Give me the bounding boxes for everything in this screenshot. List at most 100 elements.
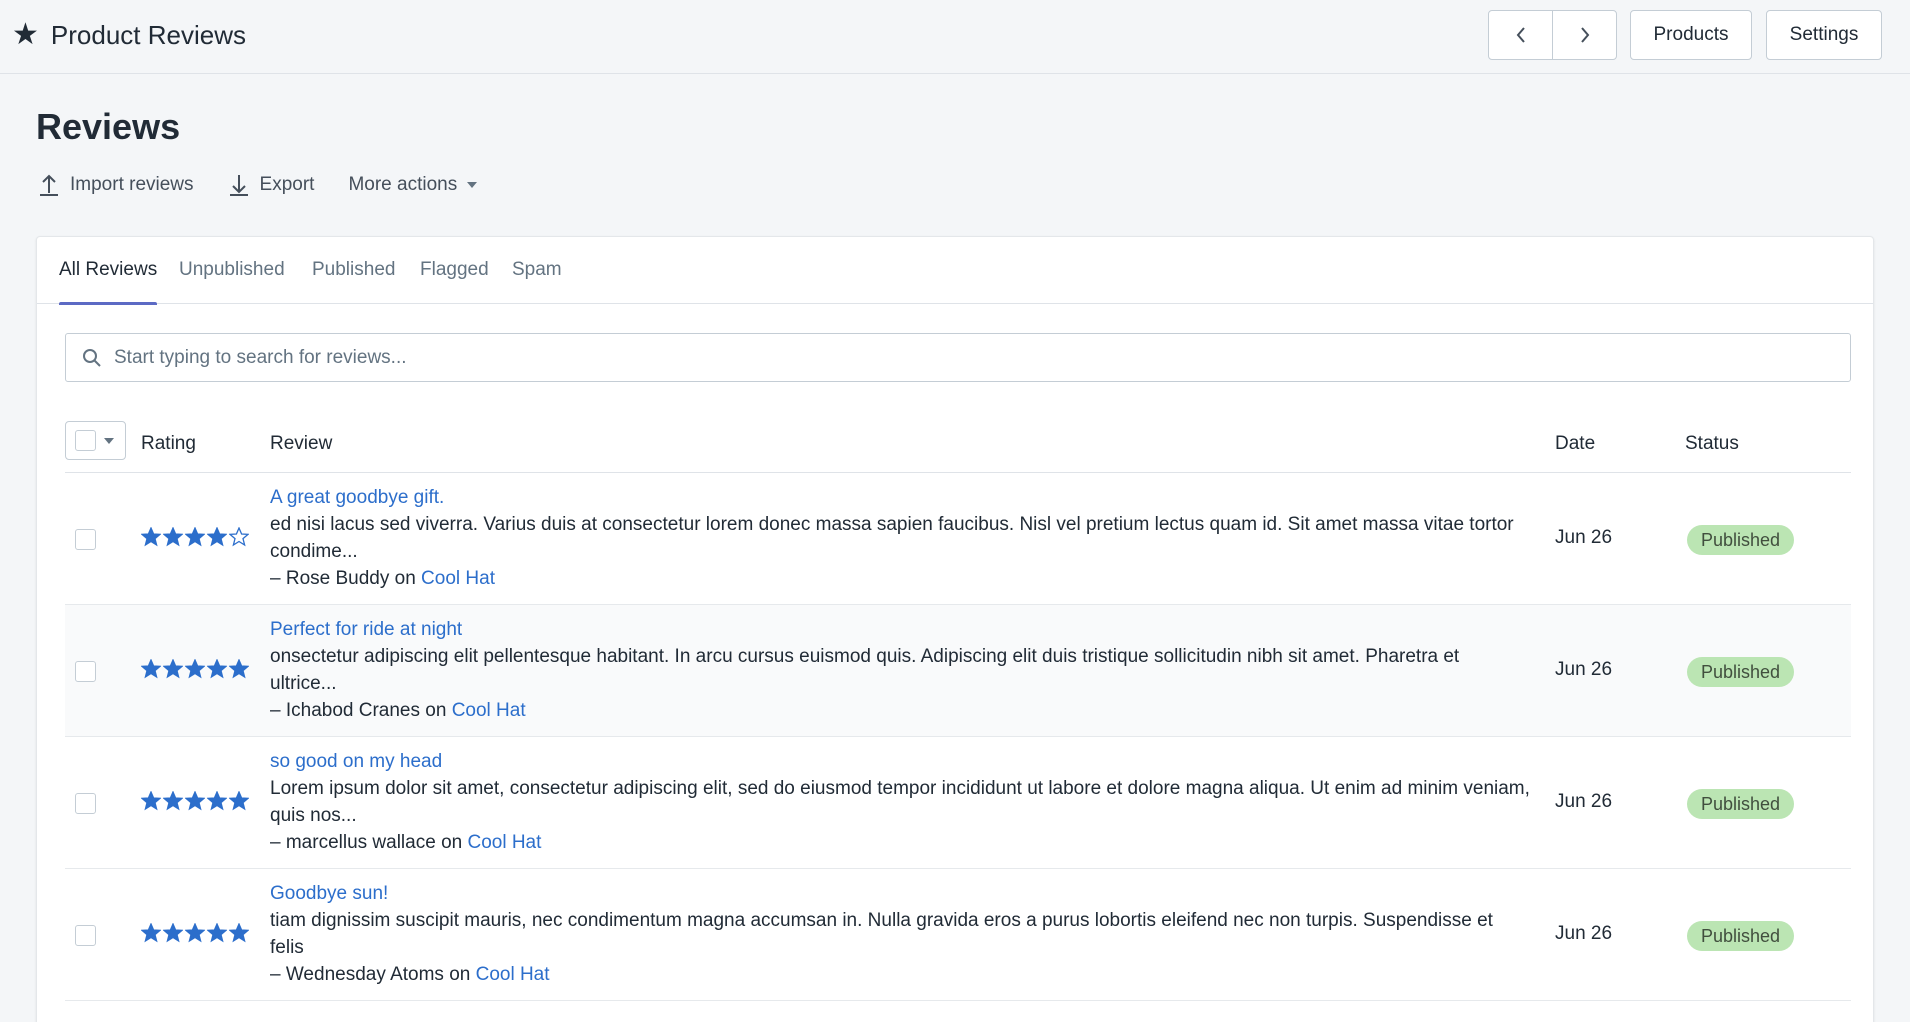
chevron-left-icon bbox=[1516, 27, 1525, 43]
review-date: Jun 26 bbox=[1555, 923, 1613, 944]
table-row[interactable]: so good on my head Lorem ipsum dolor sit… bbox=[65, 737, 1851, 869]
download-icon bbox=[229, 175, 248, 196]
star-filled-icon bbox=[163, 791, 183, 811]
author-name: – marcellus wallace on bbox=[270, 832, 463, 853]
app-title: ★ Product Reviews bbox=[12, 14, 246, 56]
star-filled-icon bbox=[207, 659, 227, 679]
import-reviews-label: Import reviews bbox=[70, 174, 194, 195]
export-label: Export bbox=[259, 174, 315, 195]
page-title: Reviews bbox=[36, 106, 181, 147]
column-header-review: Review bbox=[270, 433, 333, 454]
review-author: – marcellus wallace on Cool Hat bbox=[270, 829, 1530, 857]
star-empty-icon bbox=[229, 527, 249, 547]
search-box bbox=[65, 333, 1851, 382]
review-body: tiam dignissim suscipit mauris, nec cond… bbox=[270, 910, 1493, 958]
review-cell: Goodbye sun! tiam dignissim suscipit mau… bbox=[270, 881, 1530, 989]
star-filled-icon bbox=[185, 791, 205, 811]
tab-all-reviews[interactable]: All Reviews bbox=[59, 259, 158, 305]
star-filled-icon bbox=[207, 923, 227, 943]
review-title-link[interactable]: A great goodbye gift. bbox=[270, 485, 1530, 511]
review-author: – Rose Buddy on Cool Hat bbox=[270, 565, 1530, 593]
author-name: – Wednesday Atoms on bbox=[270, 964, 471, 985]
review-cell: A great goodbye gift. ed nisi lacus sed … bbox=[270, 485, 1530, 593]
previous-button[interactable] bbox=[1489, 11, 1552, 59]
star-rating bbox=[141, 791, 249, 811]
star-filled-icon bbox=[163, 527, 183, 547]
author-name: – Rose Buddy on bbox=[270, 568, 416, 589]
column-header-status: Status bbox=[1685, 433, 1739, 454]
review-title-link[interactable]: Goodbye sun! bbox=[270, 881, 1530, 907]
more-actions-dropdown[interactable]: More actions bbox=[348, 174, 478, 196]
star-filled-icon bbox=[185, 923, 205, 943]
author-name: – Ichabod Cranes on bbox=[270, 700, 447, 721]
review-date: Jun 26 bbox=[1555, 791, 1613, 812]
table-row[interactable]: Perfect for ride at night onsectetur adi… bbox=[65, 605, 1851, 737]
review-body: onsectetur adipiscing elit pellentesque … bbox=[270, 646, 1460, 694]
star-icon: ★ bbox=[12, 18, 39, 51]
page-actions: Import reviews Export More actions bbox=[38, 170, 478, 200]
star-filled-icon bbox=[163, 923, 183, 943]
star-rating bbox=[141, 527, 249, 547]
status-badge: Published bbox=[1687, 789, 1795, 819]
star-rating bbox=[141, 923, 249, 943]
review-title-link[interactable]: Perfect for ride at night bbox=[270, 617, 1530, 643]
tab-published[interactable]: Published bbox=[312, 259, 395, 304]
star-filled-icon bbox=[207, 791, 227, 811]
row-checkbox[interactable] bbox=[75, 661, 96, 682]
star-filled-icon bbox=[229, 791, 249, 811]
review-body: Lorem ipsum dolor sit amet, consectetur … bbox=[270, 778, 1530, 826]
review-author: – Wednesday Atoms on Cool Hat bbox=[270, 961, 1530, 989]
tab-flagged[interactable]: Flagged bbox=[420, 259, 489, 304]
products-button[interactable]: Products bbox=[1630, 10, 1752, 60]
pagination-nav bbox=[1488, 10, 1617, 60]
app-title-label: Product Reviews bbox=[50, 19, 246, 50]
review-title-link[interactable]: so good on my head bbox=[270, 749, 1530, 775]
star-filled-icon bbox=[141, 659, 161, 679]
product-link[interactable]: Cool Hat bbox=[452, 700, 526, 721]
table-header: Rating Review Date Status bbox=[65, 415, 1851, 473]
bulk-select-dropdown[interactable] bbox=[65, 421, 126, 460]
review-date: Jun 26 bbox=[1555, 659, 1613, 680]
star-filled-icon bbox=[163, 659, 183, 679]
star-filled-icon bbox=[141, 791, 161, 811]
product-link[interactable]: Cool Hat bbox=[476, 964, 550, 985]
star-filled-icon bbox=[185, 659, 205, 679]
reviews-card: All Reviews Unpublished Published Flagge… bbox=[36, 236, 1874, 1022]
tab-unpublished[interactable]: Unpublished bbox=[179, 259, 285, 304]
select-all-checkbox[interactable] bbox=[75, 430, 96, 451]
review-tabs: All Reviews Unpublished Published Flagge… bbox=[37, 237, 1873, 305]
status-badge: Published bbox=[1687, 921, 1795, 951]
next-button[interactable] bbox=[1552, 11, 1616, 59]
star-filled-icon bbox=[229, 923, 249, 943]
star-filled-icon bbox=[141, 923, 161, 943]
review-cell: so good on my head Lorem ipsum dolor sit… bbox=[270, 749, 1530, 857]
star-rating bbox=[141, 659, 249, 679]
star-filled-icon bbox=[229, 659, 249, 679]
caret-down-icon bbox=[467, 182, 478, 188]
tab-spam[interactable]: Spam bbox=[512, 259, 562, 304]
top-bar: ★ Product Reviews Products Settings bbox=[0, 0, 1910, 74]
status-badge: Published bbox=[1687, 657, 1795, 687]
product-link[interactable]: Cool Hat bbox=[421, 568, 495, 589]
upload-icon bbox=[40, 174, 58, 196]
chevron-right-icon bbox=[1580, 27, 1589, 43]
column-header-rating: Rating bbox=[141, 433, 196, 454]
import-reviews-button[interactable]: Import reviews bbox=[38, 173, 194, 197]
row-checkbox[interactable] bbox=[75, 529, 96, 550]
export-button[interactable]: Export bbox=[228, 173, 315, 197]
status-badge: Published bbox=[1687, 525, 1795, 555]
review-body: ed nisi lacus sed viverra. Varius duis a… bbox=[270, 514, 1514, 562]
review-cell: Perfect for ride at night onsectetur adi… bbox=[270, 617, 1530, 725]
row-checkbox[interactable] bbox=[75, 925, 96, 946]
product-link[interactable]: Cool Hat bbox=[467, 832, 541, 853]
table-row[interactable]: Goodbye sun! tiam dignissim suscipit mau… bbox=[65, 869, 1851, 1001]
star-filled-icon bbox=[141, 527, 161, 547]
search-input[interactable] bbox=[114, 346, 1814, 369]
review-date: Jun 26 bbox=[1555, 527, 1613, 548]
star-filled-icon bbox=[207, 527, 227, 547]
row-checkbox[interactable] bbox=[75, 793, 96, 814]
star-filled-icon bbox=[185, 527, 205, 547]
table-row[interactable]: A great goodbye gift. ed nisi lacus sed … bbox=[65, 473, 1851, 605]
settings-button[interactable]: Settings bbox=[1766, 10, 1882, 60]
search-icon bbox=[83, 348, 101, 367]
